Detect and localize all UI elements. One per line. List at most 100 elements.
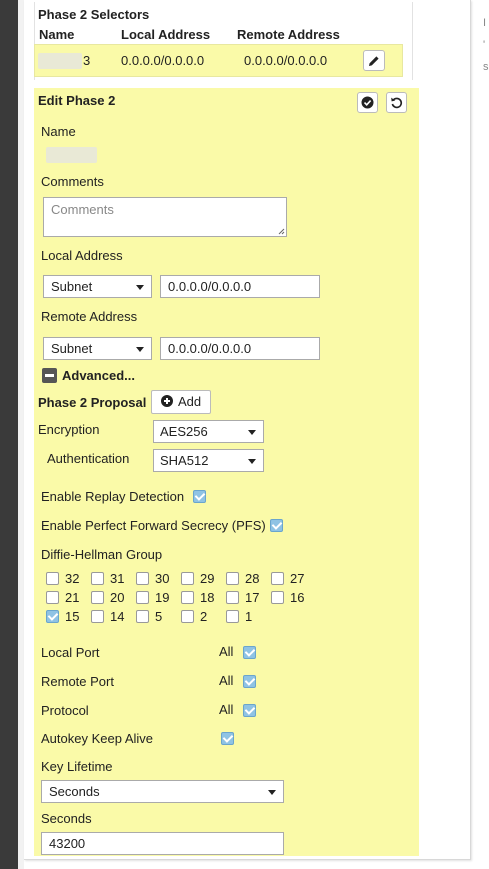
local-port-all-label: All xyxy=(219,644,234,659)
remote-address-label: Remote Address xyxy=(41,309,138,324)
revert-button[interactable] xyxy=(386,92,407,113)
replay-detection-label: Enable Replay Detection xyxy=(41,489,185,504)
remote-port-label: Remote Port xyxy=(41,674,114,689)
dh-group-checkbox[interactable] xyxy=(271,572,284,585)
protocol-all-checkbox[interactable] xyxy=(243,704,256,717)
autokey-label: Autokey Keep Alive xyxy=(41,731,154,746)
dh-group-checkbox[interactable] xyxy=(91,610,104,623)
dh-group-value: 5 xyxy=(155,609,163,624)
dh-group-value: 1 xyxy=(245,609,253,624)
comments-textarea[interactable]: Comments xyxy=(43,197,287,237)
dh-group-checkbox[interactable] xyxy=(46,610,59,623)
clipped-char: I xyxy=(483,17,487,29)
dh-group-value: 21 xyxy=(65,590,80,605)
dh-group-checkbox[interactable] xyxy=(181,572,194,585)
local-address-label: Local Address xyxy=(41,248,123,263)
autokey-checkbox[interactable] xyxy=(221,732,234,745)
collapse-advanced-icon[interactable] xyxy=(42,368,57,383)
plus-circle-icon xyxy=(161,395,173,407)
dh-group-value: 17 xyxy=(245,590,260,605)
dh-group-value: 16 xyxy=(290,590,305,605)
remote-address-type-value: Subnet xyxy=(51,341,93,356)
redacted-name-value xyxy=(46,147,97,163)
caret-down-icon xyxy=(136,285,144,290)
selector-remote-address: 0.0.0.0/0.0.0.0 xyxy=(244,53,328,68)
caret-down-icon xyxy=(268,790,276,795)
dh-group-checkbox[interactable] xyxy=(136,591,149,604)
key-lifetime-label: Key Lifetime xyxy=(41,759,113,774)
dh-group-value: 14 xyxy=(110,609,125,624)
dh-group-value: 30 xyxy=(155,571,170,586)
dh-group-checkbox[interactable] xyxy=(181,610,194,623)
dh-group-checkbox[interactable] xyxy=(136,610,149,623)
key-lifetime-select[interactable]: Seconds xyxy=(41,780,284,803)
local-port-all-checkbox[interactable] xyxy=(243,646,256,659)
remote-address-type-select[interactable]: Subnet xyxy=(43,337,152,360)
dh-group-checkbox[interactable] xyxy=(136,572,149,585)
encryption-label: Encryption xyxy=(38,422,100,437)
dh-group-value: 20 xyxy=(110,590,125,605)
remote-port-all-label: All xyxy=(219,673,234,688)
local-address-input[interactable]: 0.0.0.0/0.0.0.0 xyxy=(160,275,320,298)
dh-group-value: 15 xyxy=(65,609,80,624)
dh-group-checkbox[interactable] xyxy=(181,591,194,604)
dh-group-value: 18 xyxy=(200,590,215,605)
dh-group-value: 31 xyxy=(110,571,125,586)
advanced-toggle[interactable]: Advanced... xyxy=(62,368,135,383)
column-header-name: Name xyxy=(39,27,75,42)
local-port-label: Local Port xyxy=(41,645,100,660)
caret-down-icon xyxy=(248,459,256,464)
clipped-side-text: I ' s xyxy=(483,12,489,78)
add-proposal-button[interactable]: Add xyxy=(151,390,211,414)
dh-group-checkbox[interactable] xyxy=(271,591,284,604)
column-header-remote-address: Remote Address xyxy=(237,27,340,42)
dh-group-checkbox[interactable] xyxy=(46,572,59,585)
protocol-label: Protocol xyxy=(41,703,89,718)
authentication-select[interactable]: SHA512 xyxy=(153,449,264,472)
apply-button[interactable] xyxy=(357,92,378,113)
dh-group-value: 19 xyxy=(155,590,170,605)
resize-handle-icon[interactable] xyxy=(278,228,285,235)
pfs-checkbox[interactable] xyxy=(270,519,283,532)
clipped-char: ' xyxy=(483,39,486,51)
remote-port-all-checkbox[interactable] xyxy=(243,675,256,688)
authentication-value: SHA512 xyxy=(160,453,209,468)
seconds-label: Seconds xyxy=(41,811,92,826)
dh-group-label: Diffie-Hellman Group xyxy=(41,547,163,562)
caret-down-icon xyxy=(136,347,144,352)
dh-group-checkbox[interactable] xyxy=(46,591,59,604)
comments-label: Comments xyxy=(41,174,104,189)
edit-phase2-title: Edit Phase 2 xyxy=(38,93,116,108)
edit-selector-button[interactable] xyxy=(363,50,385,71)
dh-group-value: 29 xyxy=(200,571,215,586)
caret-down-icon xyxy=(248,430,256,435)
encryption-select[interactable]: AES256 xyxy=(153,420,264,443)
comments-placeholder: Comments xyxy=(51,202,114,217)
pfs-label: Enable Perfect Forward Secrecy (PFS) xyxy=(41,518,266,533)
dh-group-value: 27 xyxy=(290,571,305,586)
local-address-type-select[interactable]: Subnet xyxy=(43,275,152,298)
replay-detection-checkbox[interactable] xyxy=(193,490,206,503)
redacted-name xyxy=(38,53,82,69)
dh-group-checkbox[interactable] xyxy=(91,591,104,604)
selector-name-suffix: 3 xyxy=(83,53,91,68)
key-lifetime-value: Seconds xyxy=(49,784,100,799)
name-label: Name xyxy=(41,124,76,139)
remote-address-input[interactable]: 0.0.0.0/0.0.0.0 xyxy=(160,337,320,360)
dh-group-checkbox[interactable] xyxy=(226,572,239,585)
dh-group-checkbox[interactable] xyxy=(226,610,239,623)
local-address-type-value: Subnet xyxy=(51,279,93,294)
dh-group-value: 28 xyxy=(245,571,260,586)
encryption-value: AES256 xyxy=(160,424,208,439)
undo-icon xyxy=(391,97,403,109)
protocol-all-label: All xyxy=(219,702,234,717)
seconds-input[interactable]: 43200 xyxy=(41,832,284,855)
column-header-local-address: Local Address xyxy=(121,27,211,42)
dh-group-value: 32 xyxy=(65,571,80,586)
add-proposal-label: Add xyxy=(178,394,202,409)
dh-group-checkbox[interactable] xyxy=(91,572,104,585)
pencil-icon xyxy=(369,55,379,66)
dh-group-checkbox[interactable] xyxy=(226,591,239,604)
selector-local-address: 0.0.0.0/0.0.0.0 xyxy=(121,53,205,68)
left-sidebar xyxy=(0,0,18,869)
